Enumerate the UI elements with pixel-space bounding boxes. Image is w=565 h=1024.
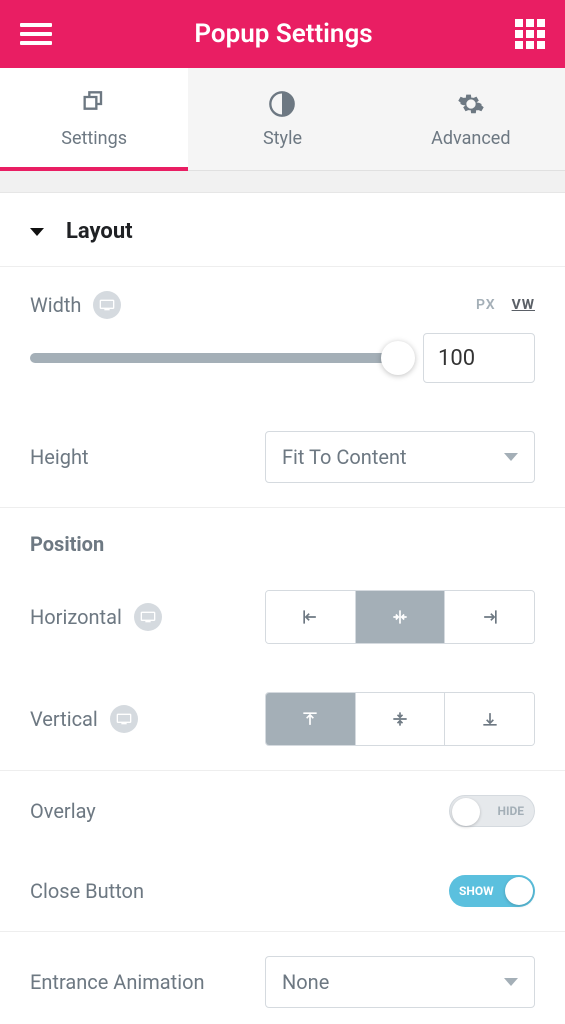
width-input[interactable] xyxy=(423,333,535,383)
panel-spacer xyxy=(0,171,565,193)
app-header: Popup Settings xyxy=(0,0,565,68)
row-height: Height Fit To Content xyxy=(30,407,535,507)
row-overlay: Overlay HIDE xyxy=(30,771,535,851)
row-entrance-animation: Entrance Animation None xyxy=(30,932,535,1016)
unit-px[interactable]: PX xyxy=(476,297,496,313)
row-close-button: Close Button SHOW xyxy=(30,851,535,931)
tab-settings[interactable]: Settings xyxy=(0,68,188,171)
vertical-label: Vertical xyxy=(30,707,98,731)
caret-down-icon xyxy=(30,228,44,236)
responsive-icon[interactable] xyxy=(93,291,121,319)
apps-grid-icon[interactable] xyxy=(515,19,545,49)
toggle-text: SHOW xyxy=(459,884,494,898)
responsive-icon[interactable] xyxy=(134,603,162,631)
style-icon xyxy=(188,90,376,118)
gear-icon xyxy=(377,90,565,118)
toggle-thumb xyxy=(452,798,480,826)
vertical-align-group xyxy=(265,692,535,746)
entrance-select[interactable]: None xyxy=(265,956,535,1008)
align-center-button[interactable] xyxy=(356,591,446,643)
align-top-button[interactable] xyxy=(266,693,356,745)
align-bottom-button[interactable] xyxy=(445,693,534,745)
row-vertical: Vertical xyxy=(30,668,535,770)
settings-icon xyxy=(0,90,188,118)
tab-label: Settings xyxy=(61,128,127,149)
align-left-button[interactable] xyxy=(266,591,356,643)
align-middle-button[interactable] xyxy=(356,693,446,745)
chevron-down-icon xyxy=(504,453,518,461)
section-toggle-layout[interactable]: Layout xyxy=(0,193,565,267)
row-horizontal: Horizontal xyxy=(30,566,535,668)
entrance-label: Entrance Animation xyxy=(30,970,205,994)
toggle-text: HIDE xyxy=(497,804,524,818)
toggle-thumb xyxy=(505,877,533,905)
width-label: Width xyxy=(30,293,81,317)
horizontal-align-group xyxy=(265,590,535,644)
slider-thumb[interactable] xyxy=(381,341,415,375)
page-title: Popup Settings xyxy=(194,19,372,49)
section-label: Layout xyxy=(66,219,133,244)
height-value: Fit To Content xyxy=(282,445,407,469)
position-label: Position xyxy=(30,508,535,566)
chevron-down-icon xyxy=(504,978,518,986)
width-slider[interactable] xyxy=(30,353,405,363)
width-control xyxy=(30,323,535,407)
tab-style[interactable]: Style xyxy=(188,68,376,170)
close-button-label: Close Button xyxy=(30,879,144,903)
unit-switcher: PX VW xyxy=(476,297,535,313)
align-right-button[interactable] xyxy=(445,591,534,643)
menu-icon[interactable] xyxy=(20,18,52,50)
entrance-value: None xyxy=(282,970,329,994)
horizontal-label: Horizontal xyxy=(30,605,122,629)
tabs-bar: Settings Style Advanced xyxy=(0,68,565,171)
overlay-label: Overlay xyxy=(30,799,96,823)
height-select[interactable]: Fit To Content xyxy=(265,431,535,483)
responsive-icon[interactable] xyxy=(110,705,138,733)
height-label: Height xyxy=(30,445,89,469)
tab-advanced[interactable]: Advanced xyxy=(377,68,565,170)
row-width: Width PX VW xyxy=(30,267,535,323)
close-button-toggle[interactable]: SHOW xyxy=(449,875,535,907)
tab-label: Style xyxy=(263,128,302,149)
tab-label: Advanced xyxy=(431,128,510,149)
overlay-toggle[interactable]: HIDE xyxy=(449,795,535,827)
unit-vw[interactable]: VW xyxy=(512,297,535,313)
